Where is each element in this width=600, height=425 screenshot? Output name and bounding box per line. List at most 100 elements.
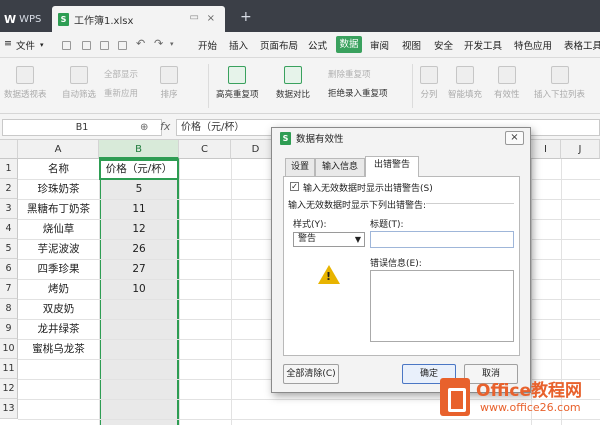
show-error-checkbox[interactable]: ✓ (290, 182, 299, 191)
row-header[interactable]: 13 (0, 399, 18, 419)
autofilter-button[interactable]: 自动筛选 (62, 66, 96, 100)
row-header[interactable]: 9 (0, 319, 18, 339)
column-header-a[interactable]: A (18, 140, 99, 159)
file-menu[interactable]: 文件 (16, 38, 35, 52)
cell-b10[interactable] (99, 339, 179, 359)
fx-icon[interactable]: fx (160, 120, 170, 133)
zoom-icon[interactable]: ⊕ (140, 122, 148, 133)
tab-input-message[interactable]: 输入信息 (315, 158, 365, 176)
format-painter-icon[interactable] (118, 41, 127, 50)
dialog-title: 数据有效性 (296, 134, 344, 145)
cell-b8[interactable] (99, 299, 179, 319)
filter-icon (70, 66, 88, 84)
row-header[interactable]: 5 (0, 239, 18, 259)
cell-a8[interactable]: 双皮奶 (18, 299, 99, 319)
cell-b9[interactable] (99, 319, 179, 339)
cell-b1[interactable]: 价格（元/杯） (99, 159, 179, 179)
menu-security[interactable]: 安全 (434, 38, 453, 52)
show-error-label[interactable]: 输入无效数据时显示出错警告(S) (303, 181, 433, 194)
row-header[interactable]: 11 (0, 359, 18, 379)
error-message-input[interactable] (370, 270, 514, 342)
cell-a2[interactable]: 珍珠奶茶 (18, 179, 99, 199)
cell-a3[interactable]: 黑糖布丁奶茶 (18, 199, 99, 219)
row-header[interactable]: 2 (0, 179, 18, 199)
menu-review[interactable]: 审阅 (370, 38, 389, 52)
menu-special[interactable]: 特色应用 (514, 38, 552, 52)
cell-b5[interactable]: 26 (99, 239, 179, 259)
tab-pin-icon[interactable]: ▭ (190, 12, 199, 23)
cell-b4[interactable]: 12 (99, 219, 179, 239)
menu-home[interactable]: 开始 (198, 38, 217, 52)
row-header[interactable]: 7 (0, 279, 18, 299)
row-header[interactable]: 1 (0, 159, 18, 179)
clear-all-button[interactable]: 全部清除(C) (283, 364, 339, 384)
reapply-button[interactable]: 重新应用 (104, 87, 138, 99)
row-header[interactable]: 8 (0, 299, 18, 319)
menu-table-tools[interactable]: 表格工具 (564, 38, 600, 52)
name-box[interactable]: B1 (2, 119, 162, 136)
row-header[interactable]: 3 (0, 199, 18, 219)
menu-insert[interactable]: 插入 (229, 38, 248, 52)
title-input[interactable] (370, 231, 514, 248)
column-header-i[interactable]: I (531, 140, 561, 159)
select-all-corner[interactable] (0, 140, 18, 159)
cell-a5[interactable]: 芋泥波波 (18, 239, 99, 259)
cell-b7[interactable]: 10 (99, 279, 179, 299)
wps-logo-icon: W (4, 12, 17, 26)
tab-error-alert[interactable]: 出错警告 (365, 156, 419, 177)
spreadsheet-icon: S (280, 131, 291, 145)
menu-page-layout[interactable]: 页面布局 (260, 38, 298, 52)
show-all-button[interactable]: 全部显示 (104, 68, 138, 80)
cell-a9[interactable]: 龙井绿茶 (18, 319, 99, 339)
row-header[interactable]: 12 (0, 379, 18, 399)
hamburger-icon[interactable]: ≡ (4, 38, 12, 49)
highlight-duplicates-icon (228, 66, 247, 84)
cell-a10[interactable]: 蜜桃乌龙茶 (18, 339, 99, 359)
cell-a6[interactable]: 四季珍果 (18, 259, 99, 279)
dialog-close-button[interactable]: × (505, 131, 524, 145)
menu-view[interactable]: 视图 (402, 38, 421, 52)
tab-close-icon[interactable]: × (207, 13, 215, 24)
menu-data[interactable]: 数据 (336, 36, 362, 53)
data-compare-button[interactable]: 数据对比 (276, 66, 310, 100)
style-select[interactable]: 警告 ▼ (293, 232, 365, 247)
file-tab[interactable]: S 工作簿1.xlsx ▭ × (52, 6, 225, 32)
file-tab-label: 工作簿1.xlsx (74, 15, 134, 27)
print-preview-icon[interactable] (100, 41, 109, 50)
dialog-title-bar[interactable]: S 数据有效性 × (272, 128, 530, 148)
column-header-j[interactable]: J (561, 140, 600, 159)
row-header[interactable]: 4 (0, 219, 18, 239)
menu-developer[interactable]: 开发工具 (464, 38, 502, 52)
pivot-table-button[interactable]: 数据透视表 (4, 66, 47, 100)
highlight-duplicates-button[interactable]: 高亮重复项 (216, 66, 259, 100)
column-header-c[interactable]: C (179, 140, 231, 159)
smart-fill-button[interactable]: 智能填充 (448, 66, 482, 100)
redo-icon[interactable]: ↷ (154, 37, 163, 50)
row-header[interactable]: 10 (0, 339, 18, 359)
cell-b2[interactable]: 5 (99, 179, 179, 199)
cell-b6[interactable]: 27 (99, 259, 179, 279)
reject-duplicates-button[interactable]: 拒绝录入重复项 (328, 87, 388, 99)
split-column-button[interactable]: 分列 (420, 66, 438, 100)
cell-a4[interactable]: 烧仙草 (18, 219, 99, 239)
chevron-down-icon[interactable]: ▾ (40, 41, 44, 49)
cell-a7[interactable]: 烤奶 (18, 279, 99, 299)
menu-formula[interactable]: 公式 (308, 38, 327, 52)
row-header[interactable]: 6 (0, 259, 18, 279)
tab-settings[interactable]: 设置 (285, 158, 315, 176)
app-tab-wps[interactable]: W WPS (0, 6, 52, 32)
validity-button[interactable]: 有效性 (494, 66, 520, 100)
sort-button[interactable]: 排序 (160, 66, 178, 100)
style-label: 样式(Y): (293, 220, 327, 230)
pivot-table-label: 数据透视表 (4, 90, 47, 100)
more-chevron-icon[interactable]: ▾ (170, 40, 174, 48)
insert-dropdown-button[interactable]: 插入下拉列表 (534, 66, 585, 100)
cell-a1[interactable]: 名称 (18, 159, 99, 179)
column-header-b[interactable]: B (99, 140, 179, 159)
remove-duplicates-button[interactable]: 删除重复项 (328, 68, 371, 80)
print-icon[interactable] (82, 41, 91, 50)
save-icon[interactable] (62, 41, 71, 50)
undo-icon[interactable]: ↶ (136, 37, 145, 50)
new-tab-button[interactable]: + (240, 9, 252, 25)
cell-b3[interactable]: 11 (99, 199, 179, 219)
